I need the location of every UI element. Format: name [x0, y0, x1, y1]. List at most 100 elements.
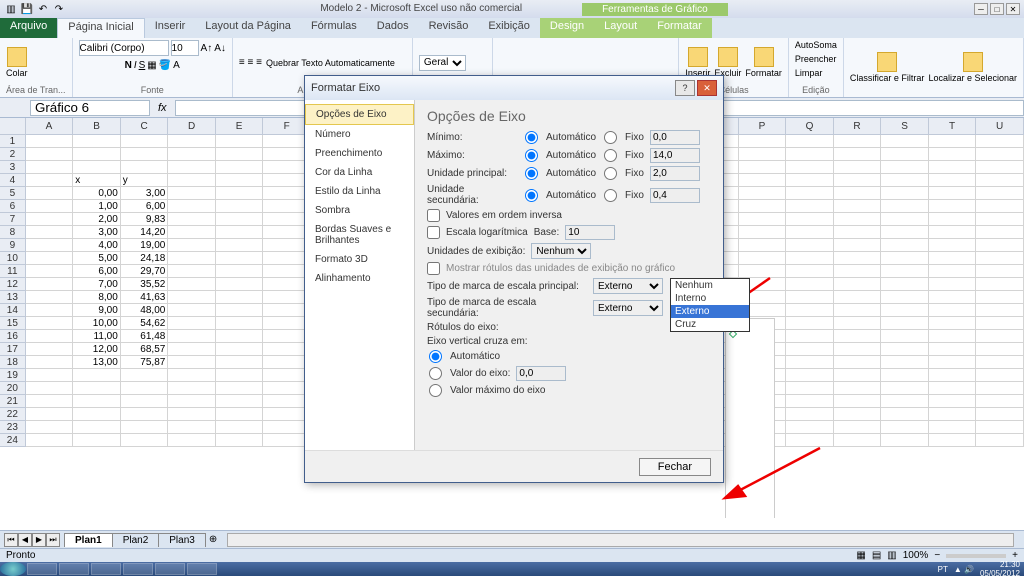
cell[interactable]: [834, 226, 882, 239]
cell[interactable]: 10,00: [73, 317, 121, 330]
tab-review[interactable]: Revisão: [419, 18, 479, 38]
cell[interactable]: [26, 200, 74, 213]
first-sheet-icon[interactable]: ⏮: [4, 533, 18, 547]
close-button[interactable]: Fechar: [639, 458, 711, 476]
cell[interactable]: 29,70: [121, 265, 169, 278]
row-header[interactable]: 10: [0, 252, 26, 265]
cell[interactable]: [168, 317, 216, 330]
tick-opt-interno[interactable]: Interno: [671, 292, 749, 305]
cell[interactable]: [929, 239, 977, 252]
number-format[interactable]: Geral: [419, 55, 466, 71]
cell[interactable]: [929, 226, 977, 239]
cell[interactable]: [834, 291, 882, 304]
cell[interactable]: [168, 174, 216, 187]
cell[interactable]: [929, 343, 977, 356]
shrink-font-icon[interactable]: A↓: [214, 43, 226, 54]
cell[interactable]: 48,00: [121, 304, 169, 317]
row-header[interactable]: 15: [0, 317, 26, 330]
taskbar-media[interactable]: [91, 563, 121, 575]
cell[interactable]: 6,00: [121, 200, 169, 213]
view-normal-icon[interactable]: ▦: [856, 550, 865, 561]
cell[interactable]: [976, 187, 1024, 200]
sheet-tab-1[interactable]: Plan1: [64, 533, 113, 547]
cell[interactable]: 35,52: [121, 278, 169, 291]
view-break-icon[interactable]: ▥: [887, 550, 896, 561]
cell[interactable]: [121, 369, 169, 382]
cell[interactable]: [168, 265, 216, 278]
cell[interactable]: [834, 174, 882, 187]
cell[interactable]: [168, 421, 216, 434]
cell[interactable]: [834, 200, 882, 213]
cell[interactable]: [121, 434, 169, 447]
cell[interactable]: 24,18: [121, 252, 169, 265]
cell[interactable]: [26, 148, 74, 161]
cell[interactable]: [216, 200, 264, 213]
cell[interactable]: 54,62: [121, 317, 169, 330]
cell[interactable]: [881, 356, 929, 369]
cell[interactable]: [73, 148, 121, 161]
row-header[interactable]: 2: [0, 148, 26, 161]
cell[interactable]: [929, 369, 977, 382]
row-header[interactable]: 8: [0, 226, 26, 239]
cross-value-radio[interactable]: [429, 367, 442, 380]
redo-icon[interactable]: ↷: [52, 2, 66, 16]
cell[interactable]: [121, 395, 169, 408]
cell[interactable]: [168, 187, 216, 200]
cell[interactable]: [739, 200, 787, 213]
cell[interactable]: [168, 369, 216, 382]
cell[interactable]: [834, 330, 882, 343]
min-fixed-radio[interactable]: [604, 131, 617, 144]
cell[interactable]: [73, 395, 121, 408]
cell[interactable]: [929, 304, 977, 317]
cell[interactable]: [168, 434, 216, 447]
cell[interactable]: [739, 161, 787, 174]
cell[interactable]: [26, 161, 74, 174]
cell[interactable]: [976, 421, 1024, 434]
cell[interactable]: 6,00: [73, 265, 121, 278]
cell[interactable]: [929, 330, 977, 343]
delete-cells[interactable]: Excluir: [714, 47, 741, 78]
cell[interactable]: [216, 421, 264, 434]
cell[interactable]: [834, 356, 882, 369]
next-sheet-icon[interactable]: ▶: [32, 533, 46, 547]
cell[interactable]: [216, 317, 264, 330]
cell[interactable]: [929, 187, 977, 200]
cell[interactable]: [834, 278, 882, 291]
row-header[interactable]: 19: [0, 369, 26, 382]
cell[interactable]: [786, 317, 834, 330]
cell[interactable]: [26, 317, 74, 330]
border-icon[interactable]: ▦: [147, 60, 156, 71]
cell[interactable]: [881, 148, 929, 161]
underline-button[interactable]: S: [139, 60, 146, 71]
cell[interactable]: [929, 434, 977, 447]
cell[interactable]: [739, 226, 787, 239]
cell[interactable]: [976, 343, 1024, 356]
cell[interactable]: [976, 291, 1024, 304]
row-header[interactable]: 6: [0, 200, 26, 213]
cell[interactable]: 11,00: [73, 330, 121, 343]
cell[interactable]: [73, 135, 121, 148]
cell[interactable]: [786, 278, 834, 291]
cell[interactable]: [786, 356, 834, 369]
cell[interactable]: [216, 382, 264, 395]
insert-cells[interactable]: Inserir: [685, 47, 710, 78]
cell[interactable]: [976, 239, 1024, 252]
cell[interactable]: 75,87: [121, 356, 169, 369]
row-header[interactable]: 11: [0, 265, 26, 278]
cell[interactable]: [168, 304, 216, 317]
cell[interactable]: [881, 265, 929, 278]
cell[interactable]: 7,00: [73, 278, 121, 291]
cell[interactable]: [26, 278, 74, 291]
col-header[interactable]: S: [881, 118, 929, 134]
cell[interactable]: [786, 135, 834, 148]
cell[interactable]: [26, 382, 74, 395]
row-header[interactable]: 16: [0, 330, 26, 343]
cell[interactable]: [929, 421, 977, 434]
dialog-nav-item[interactable]: Cor da Linha: [305, 163, 414, 182]
cell[interactable]: [834, 382, 882, 395]
cell[interactable]: [786, 265, 834, 278]
cell[interactable]: [834, 148, 882, 161]
sheet-tab-3[interactable]: Plan3: [158, 533, 206, 547]
cell[interactable]: [976, 330, 1024, 343]
format-cells[interactable]: Formatar: [745, 47, 782, 78]
